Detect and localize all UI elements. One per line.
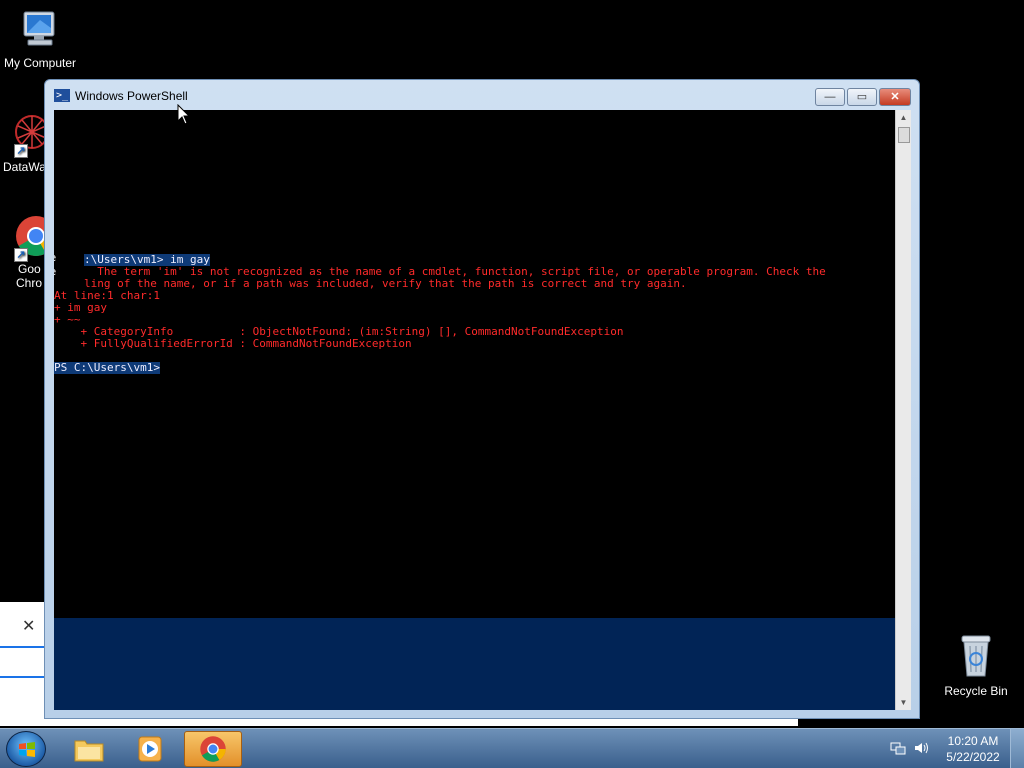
shortcut-arrow-icon: ↗ (14, 248, 28, 262)
error-line: ling of the name, or if a path was inclu… (84, 277, 687, 290)
overlap-text: ne (54, 266, 56, 278)
console-area[interactable]: le ne :\Users\vm1> im gay The term 'im' … (54, 110, 895, 710)
desktop-icon-my-computer[interactable]: My Computer (0, 8, 80, 70)
volume-icon[interactable] (914, 741, 930, 755)
window-title: Windows PowerShell (75, 89, 188, 103)
computer-icon (23, 11, 55, 46)
vertical-scrollbar[interactable]: ▲ ▼ (895, 110, 911, 710)
show-desktop-button[interactable] (1010, 729, 1024, 768)
taskbar-explorer[interactable] (60, 731, 118, 767)
error-line: + FullyQualifiedErrorId : CommandNotFoun… (54, 337, 412, 350)
windows-logo-icon (19, 742, 35, 757)
prompt-line: PS C:\Users\vm1> (54, 361, 160, 374)
recycle-bin-icon (961, 635, 991, 677)
divider (0, 676, 46, 678)
desktop-icon-chrome[interactable]: ↗ Goo Chro (0, 214, 46, 290)
recycle-bin-label: Recycle Bin (944, 684, 1008, 698)
folder-icon (74, 740, 104, 762)
desktop-icon-recycle-bin[interactable]: Recycle Bin (936, 632, 1016, 698)
powershell-window[interactable]: >_ Windows PowerShell — ▭ ✕ le ne :\User… (44, 79, 920, 719)
taskbar-clock[interactable]: 10:20 AM 5/22/2022 (940, 733, 1006, 765)
taskbar-chrome[interactable] (184, 731, 242, 767)
close-button[interactable]: ✕ (879, 88, 911, 106)
clock-date: 5/22/2022 (946, 750, 1000, 764)
clock-time: 10:20 AM (947, 734, 999, 748)
scroll-up-icon[interactable]: ▲ (896, 110, 911, 125)
desktop-icon-label: DataWa (3, 160, 46, 174)
network-icon[interactable] (890, 741, 906, 755)
powershell-icon: >_ (54, 89, 70, 102)
start-button[interactable] (6, 731, 46, 767)
close-icon[interactable]: ✕ (22, 616, 35, 636)
minimize-button[interactable]: — (815, 88, 845, 106)
desktop-icon-label-1: Goo (18, 262, 41, 276)
overlap-text: le (54, 252, 56, 264)
taskbar-media-player[interactable] (122, 731, 180, 767)
maximize-button[interactable]: ▭ (847, 88, 877, 106)
background-window: ✕ (0, 602, 46, 726)
desktop-icon-datawa[interactable]: ↗ DataWa (0, 112, 46, 174)
background-window-edge (44, 718, 798, 726)
console-blue-region (54, 618, 895, 710)
divider (0, 646, 46, 648)
desktop-icon-label: My Computer (3, 56, 77, 70)
shortcut-arrow-icon: ↗ (14, 144, 28, 158)
desktop-icon-label-2: Chro (16, 276, 43, 290)
media-player-icon (138, 736, 162, 762)
taskbar: 10:20 AM 5/22/2022 (0, 728, 1024, 768)
mouse-cursor-icon (177, 104, 191, 125)
scroll-down-icon[interactable]: ▼ (896, 695, 911, 710)
scroll-thumb[interactable] (898, 127, 910, 143)
chrome-icon (200, 736, 226, 762)
